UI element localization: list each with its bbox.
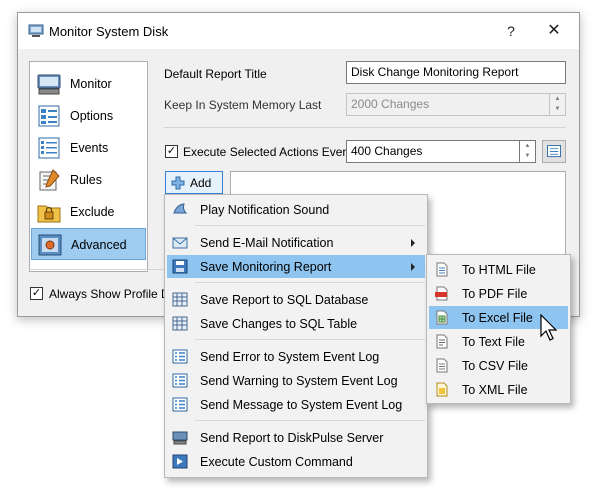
menu-item-event-log-message[interactable]: Send Message to System Event Log [167,393,425,416]
memory-spinner[interactable]: ▲ ▼ [549,94,565,115]
nav-label: Advanced [71,238,127,252]
rules-icon [39,169,60,191]
save-icon [172,259,188,274]
menu-item-sql-database[interactable]: Save Report to SQL Database [167,288,425,311]
menu-item-event-log-error[interactable]: Send Error to System Event Log [167,345,425,368]
title-bar: Monitor System Disk ? ✕ [18,13,579,49]
divider [29,269,169,270]
database-icon [172,292,188,307]
execute-spinner[interactable]: ▲ ▼ [519,141,535,162]
mouse-cursor-icon [540,314,558,341]
nav-item-exclude[interactable]: Exclude [31,196,146,228]
submenu-item-pdf[interactable]: To PDF File [429,282,568,305]
command-icon [172,454,188,469]
add-action-menu: Play Notification Sound Send E-Mail Noti… [164,194,428,478]
menu-item-event-log-warning[interactable]: Send Warning to System Event Log [167,369,425,392]
submenu-item-csv[interactable]: To CSV File [429,354,568,377]
menu-item-custom-command[interactable]: Execute Custom Command [167,450,425,473]
execute-changes-input[interactable]: 400 Changes [346,140,536,163]
submenu-item-xml[interactable]: To XML File [429,378,568,401]
spin-up-icon[interactable]: ▲ [550,94,565,104]
nav-label: Exclude [70,205,115,219]
submenu-arrow-icon [411,239,415,247]
monitor-icon [37,74,61,95]
actions-list-button[interactable] [542,140,566,163]
excel-file-icon [436,310,448,325]
nav-item-options[interactable]: Options [31,100,146,132]
exclude-icon [37,205,61,223]
spin-down-icon[interactable]: ▼ [520,151,535,161]
menu-item-sql-table[interactable]: Save Changes to SQL Table [167,312,425,335]
execute-checkbox[interactable]: ✓ [165,145,178,158]
server-icon [172,431,188,445]
nav-item-monitor[interactable]: Monitor [31,68,146,100]
show-profile-checkbox[interactable]: ✓ [30,287,43,300]
nav-label: Options [70,109,114,123]
disk-icon [28,24,44,37]
options-icon [38,105,60,127]
add-button-label: Add [190,176,212,190]
table-icon [172,316,188,331]
pdf-file-icon [435,286,448,301]
nav-label: Monitor [70,77,112,91]
event-log-icon [172,397,188,412]
event-log-icon [172,349,188,364]
nav-item-advanced[interactable]: Advanced [31,228,146,260]
menu-separator [195,225,425,226]
html-file-icon [436,262,448,277]
submenu-arrow-icon [411,263,415,271]
text-file-icon [436,334,448,349]
add-button[interactable]: Add [165,171,223,194]
nav-item-rules[interactable]: Rules [31,164,146,196]
sound-icon [173,203,188,214]
menu-separator [195,282,425,283]
menu-item-save-report[interactable]: Save Monitoring Report [167,255,425,278]
events-icon [38,137,60,159]
report-title-input[interactable]: Disk Change Monitoring Report [346,61,566,84]
csv-file-icon [436,358,448,373]
menu-item-email[interactable]: Send E-Mail Notification [167,231,425,254]
report-title-label: Default Report Title [164,67,267,81]
nav-label: Rules [70,173,102,187]
plus-icon [171,176,185,190]
execute-label: Execute Selected Actions Every [183,145,353,159]
spin-up-icon[interactable]: ▲ [520,141,535,151]
memory-input[interactable]: 2000 Changes [346,93,566,116]
nav-label: Events [70,141,109,155]
nav-item-events[interactable]: Events [31,132,146,164]
menu-item-diskpulse-server[interactable]: Send Report to DiskPulse Server [167,426,425,449]
event-log-icon [172,373,188,388]
email-icon [172,237,188,249]
list-icon [547,145,561,158]
spin-down-icon[interactable]: ▼ [550,104,565,114]
memory-label: Keep In System Memory Last [164,98,322,112]
category-nav: Monitor Options Events Rules Exclude Adv… [29,61,148,272]
menu-item-play-sound[interactable]: Play Notification Sound [167,198,425,221]
help-button[interactable]: ? [498,19,524,43]
xml-file-icon [436,382,448,397]
window-title: Monitor System Disk [49,24,169,39]
menu-separator [195,339,425,340]
show-profile-label: Always Show Profile Dial [49,287,182,301]
menu-separator [195,420,425,421]
submenu-item-html[interactable]: To HTML File [429,258,568,281]
divider [164,127,566,128]
close-button[interactable]: ✕ [540,19,568,43]
advanced-icon [38,234,62,256]
